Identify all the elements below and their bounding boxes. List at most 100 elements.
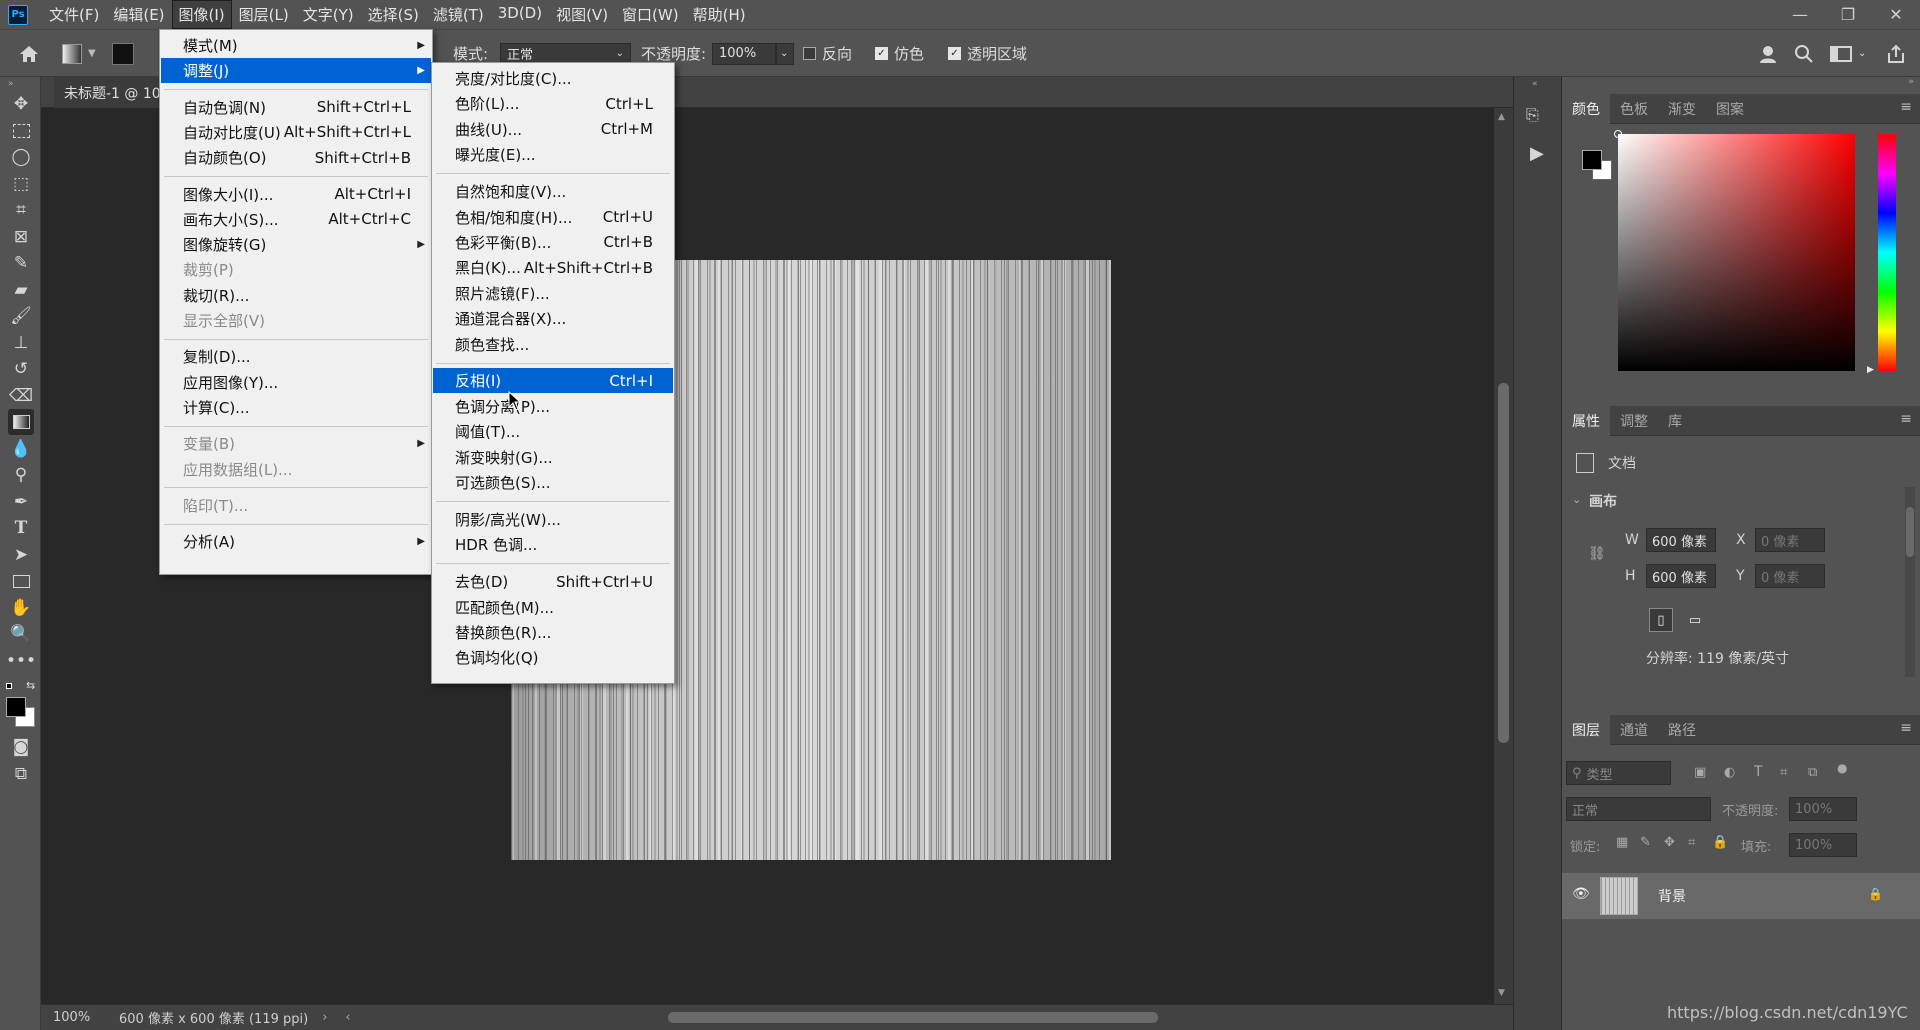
menu-item[interactable]: 黑白(K)... Alt+Shift+Ctrl+B xyxy=(433,255,673,280)
zoom-tool-icon[interactable]: 🔍 xyxy=(8,621,34,647)
menu-item[interactable]: 颜色查找... xyxy=(433,332,673,357)
menu-item[interactable]: 色彩平衡(B)... Ctrl+B xyxy=(433,230,673,255)
search-icon[interactable] xyxy=(1794,30,1814,77)
lock-image-icon[interactable]: ✎ xyxy=(1640,835,1651,850)
filter-pixel-icon[interactable]: ▣ xyxy=(1694,765,1706,780)
panel-tab[interactable]: 库 xyxy=(1658,406,1692,436)
menu-item[interactable]: 曝光度(E)... xyxy=(433,142,673,167)
panel-menu-icon[interactable]: ≡ xyxy=(1900,720,1912,736)
link-icon[interactable]: ⛓ xyxy=(1588,546,1606,562)
menu-item[interactable]: 图像(I) xyxy=(171,0,232,29)
menu-item[interactable]: 图层(L) xyxy=(232,0,296,29)
menu-item[interactable]: 色调均化(Q) xyxy=(433,645,673,670)
brush-tool-icon[interactable]: 🖌 xyxy=(8,303,34,329)
opacity-dropdown[interactable]: ⌄ xyxy=(776,42,794,65)
lock-artboard-icon[interactable]: ⌗ xyxy=(1688,835,1695,850)
eyedropper-tool-icon[interactable]: ✎ xyxy=(8,250,34,276)
height-input[interactable]: 600 像素 xyxy=(1646,564,1716,588)
collapse-icon[interactable]: « xyxy=(1532,79,1538,89)
menu-item[interactable]: 模式(M) ▶ xyxy=(161,33,431,58)
chevron-down-icon[interactable]: ⌄ xyxy=(1572,493,1581,506)
y-input[interactable]: 0 像素 xyxy=(1755,564,1825,588)
menu-item[interactable]: 色阶(L)... Ctrl+L xyxy=(433,91,673,116)
menu-item[interactable]: 反相(I) Ctrl+I xyxy=(433,368,673,394)
foreground-color-swatch[interactable] xyxy=(1582,150,1602,170)
menu-item[interactable]: 可选颜色(S)... xyxy=(433,470,673,495)
panel-tab[interactable]: 色板 xyxy=(1610,94,1658,124)
layer-name[interactable]: 背景 xyxy=(1658,886,1686,906)
panel-tab[interactable]: 渐变 xyxy=(1658,94,1706,124)
screen-mode-icon[interactable]: ⧉ xyxy=(8,761,34,787)
gradient-swatch[interactable] xyxy=(112,30,134,77)
menu-item[interactable]: 画布大小(S)... Alt+Ctrl+C xyxy=(161,207,431,232)
minimize-button[interactable]: — xyxy=(1776,0,1824,29)
quick-mask-icon[interactable]: ◙ xyxy=(8,734,34,760)
scroll-up-icon[interactable]: ▲ xyxy=(1498,112,1505,122)
filter-toggle-icon[interactable]: ● xyxy=(1837,761,1847,775)
hue-slider-handle[interactable]: ▶ xyxy=(1867,365,1874,375)
menu-item[interactable]: 滤镜(T) xyxy=(426,0,491,29)
lasso-tool-icon[interactable]: ◯ xyxy=(8,144,34,170)
menu-item[interactable]: 3D(D) xyxy=(491,0,549,29)
menu-item[interactable]: 曲线(U)... Ctrl+M xyxy=(433,117,673,142)
menu-item[interactable]: 去色(D) Shift+Ctrl+U xyxy=(433,569,673,594)
menu-item[interactable]: 色相/饱和度(H)... Ctrl+U xyxy=(433,205,673,230)
filter-type-icon[interactable]: T xyxy=(1754,764,1763,780)
crop-tool-icon[interactable]: ⌗ xyxy=(8,197,34,223)
menu-item[interactable]: 色调分离(P)... xyxy=(433,394,673,419)
menu-item[interactable]: 通道混合器(X)... xyxy=(433,306,673,331)
share-user-icon[interactable] xyxy=(1758,30,1780,77)
hand-tool-icon[interactable]: ✋ xyxy=(8,595,34,621)
color-field[interactable] xyxy=(1614,130,1855,371)
lock-position-icon[interactable]: ✥ xyxy=(1664,835,1675,850)
default-colors-icon[interactable] xyxy=(6,683,16,693)
dither-checkbox[interactable]: ✓ 仿色 xyxy=(875,30,924,77)
menu-item[interactable]: 图像大小(I)... Alt+Ctrl+I xyxy=(161,182,431,207)
close-button[interactable]: ✕ xyxy=(1872,0,1920,29)
panel-tab[interactable]: 图层 xyxy=(1562,714,1610,745)
foreground-color-swatch[interactable] xyxy=(6,697,26,717)
menu-item[interactable]: 选择(S) xyxy=(361,0,426,29)
pen-tool-icon[interactable]: ✒ xyxy=(8,489,34,515)
more-tools-icon[interactable]: ••• xyxy=(6,648,36,674)
menu-item[interactable]: 复制(D)... xyxy=(161,344,431,369)
healing-brush-tool-icon[interactable]: ▰ xyxy=(8,277,34,303)
blur-tool-icon[interactable]: 💧 xyxy=(8,436,34,462)
dodge-tool-icon[interactable]: ⚲ xyxy=(8,462,34,488)
portrait-orientation-icon[interactable]: ▯ xyxy=(1649,608,1673,632)
menu-item[interactable]: 窗口(W) xyxy=(615,0,686,29)
marquee-tool-icon[interactable] xyxy=(8,118,34,144)
panel-tab[interactable]: 路径 xyxy=(1658,715,1706,745)
home-icon[interactable] xyxy=(18,30,40,77)
menu-item[interactable]: 阴影/高光(W)... xyxy=(433,507,673,532)
collapse-icon[interactable]: » xyxy=(8,79,14,89)
panel-tab[interactable]: 属性 xyxy=(1562,405,1610,436)
zoom-level[interactable]: 100% xyxy=(53,1010,103,1025)
history-panel-icon[interactable]: ⎘ xyxy=(1526,105,1550,129)
panel-tab[interactable]: 图案 xyxy=(1706,94,1754,124)
panel-menu-icon[interactable]: ≡ xyxy=(1900,99,1912,115)
layer-filter-select[interactable]: ⚲ 类型 xyxy=(1566,761,1671,785)
eraser-tool-icon[interactable]: ⌫ xyxy=(8,383,34,409)
lock-all-icon[interactable]: 🔒 xyxy=(1712,835,1728,850)
menu-item[interactable]: 图像旋转(G) ▶ xyxy=(161,232,431,257)
menu-item[interactable]: 照片滤镜(F)... xyxy=(433,281,673,306)
menu-item[interactable]: 视图(V) xyxy=(549,0,615,29)
type-tool-icon[interactable]: T xyxy=(8,515,34,541)
swap-colors-icon[interactable]: ⇆ xyxy=(26,679,35,692)
stamp-tool-icon[interactable]: ⊥ xyxy=(8,330,34,356)
menu-item[interactable]: 计算(C)... xyxy=(161,395,431,420)
restore-button[interactable]: ❐ xyxy=(1824,0,1872,29)
scroll-left-icon[interactable]: ‹ xyxy=(345,1010,350,1025)
menu-item[interactable]: 匹配颜色(M)... xyxy=(433,595,673,620)
collapse-icon[interactable]: » xyxy=(1908,77,1914,87)
menu-item[interactable]: 替换颜色(R)... xyxy=(433,620,673,645)
filter-shape-icon[interactable]: ⌗ xyxy=(1780,765,1787,780)
menu-item[interactable]: 自动颜色(O) Shift+Ctrl+B xyxy=(161,145,431,170)
menu-item[interactable]: 应用图像(Y)... xyxy=(161,370,431,395)
horizontal-scroll-thumb[interactable] xyxy=(668,1012,1158,1023)
move-tool-icon[interactable]: ✥ xyxy=(8,91,34,117)
history-brush-tool-icon[interactable]: ↺ xyxy=(8,356,34,382)
fill-input[interactable]: 100% xyxy=(1789,833,1857,857)
gradient-tool-icon[interactable] xyxy=(8,409,34,435)
